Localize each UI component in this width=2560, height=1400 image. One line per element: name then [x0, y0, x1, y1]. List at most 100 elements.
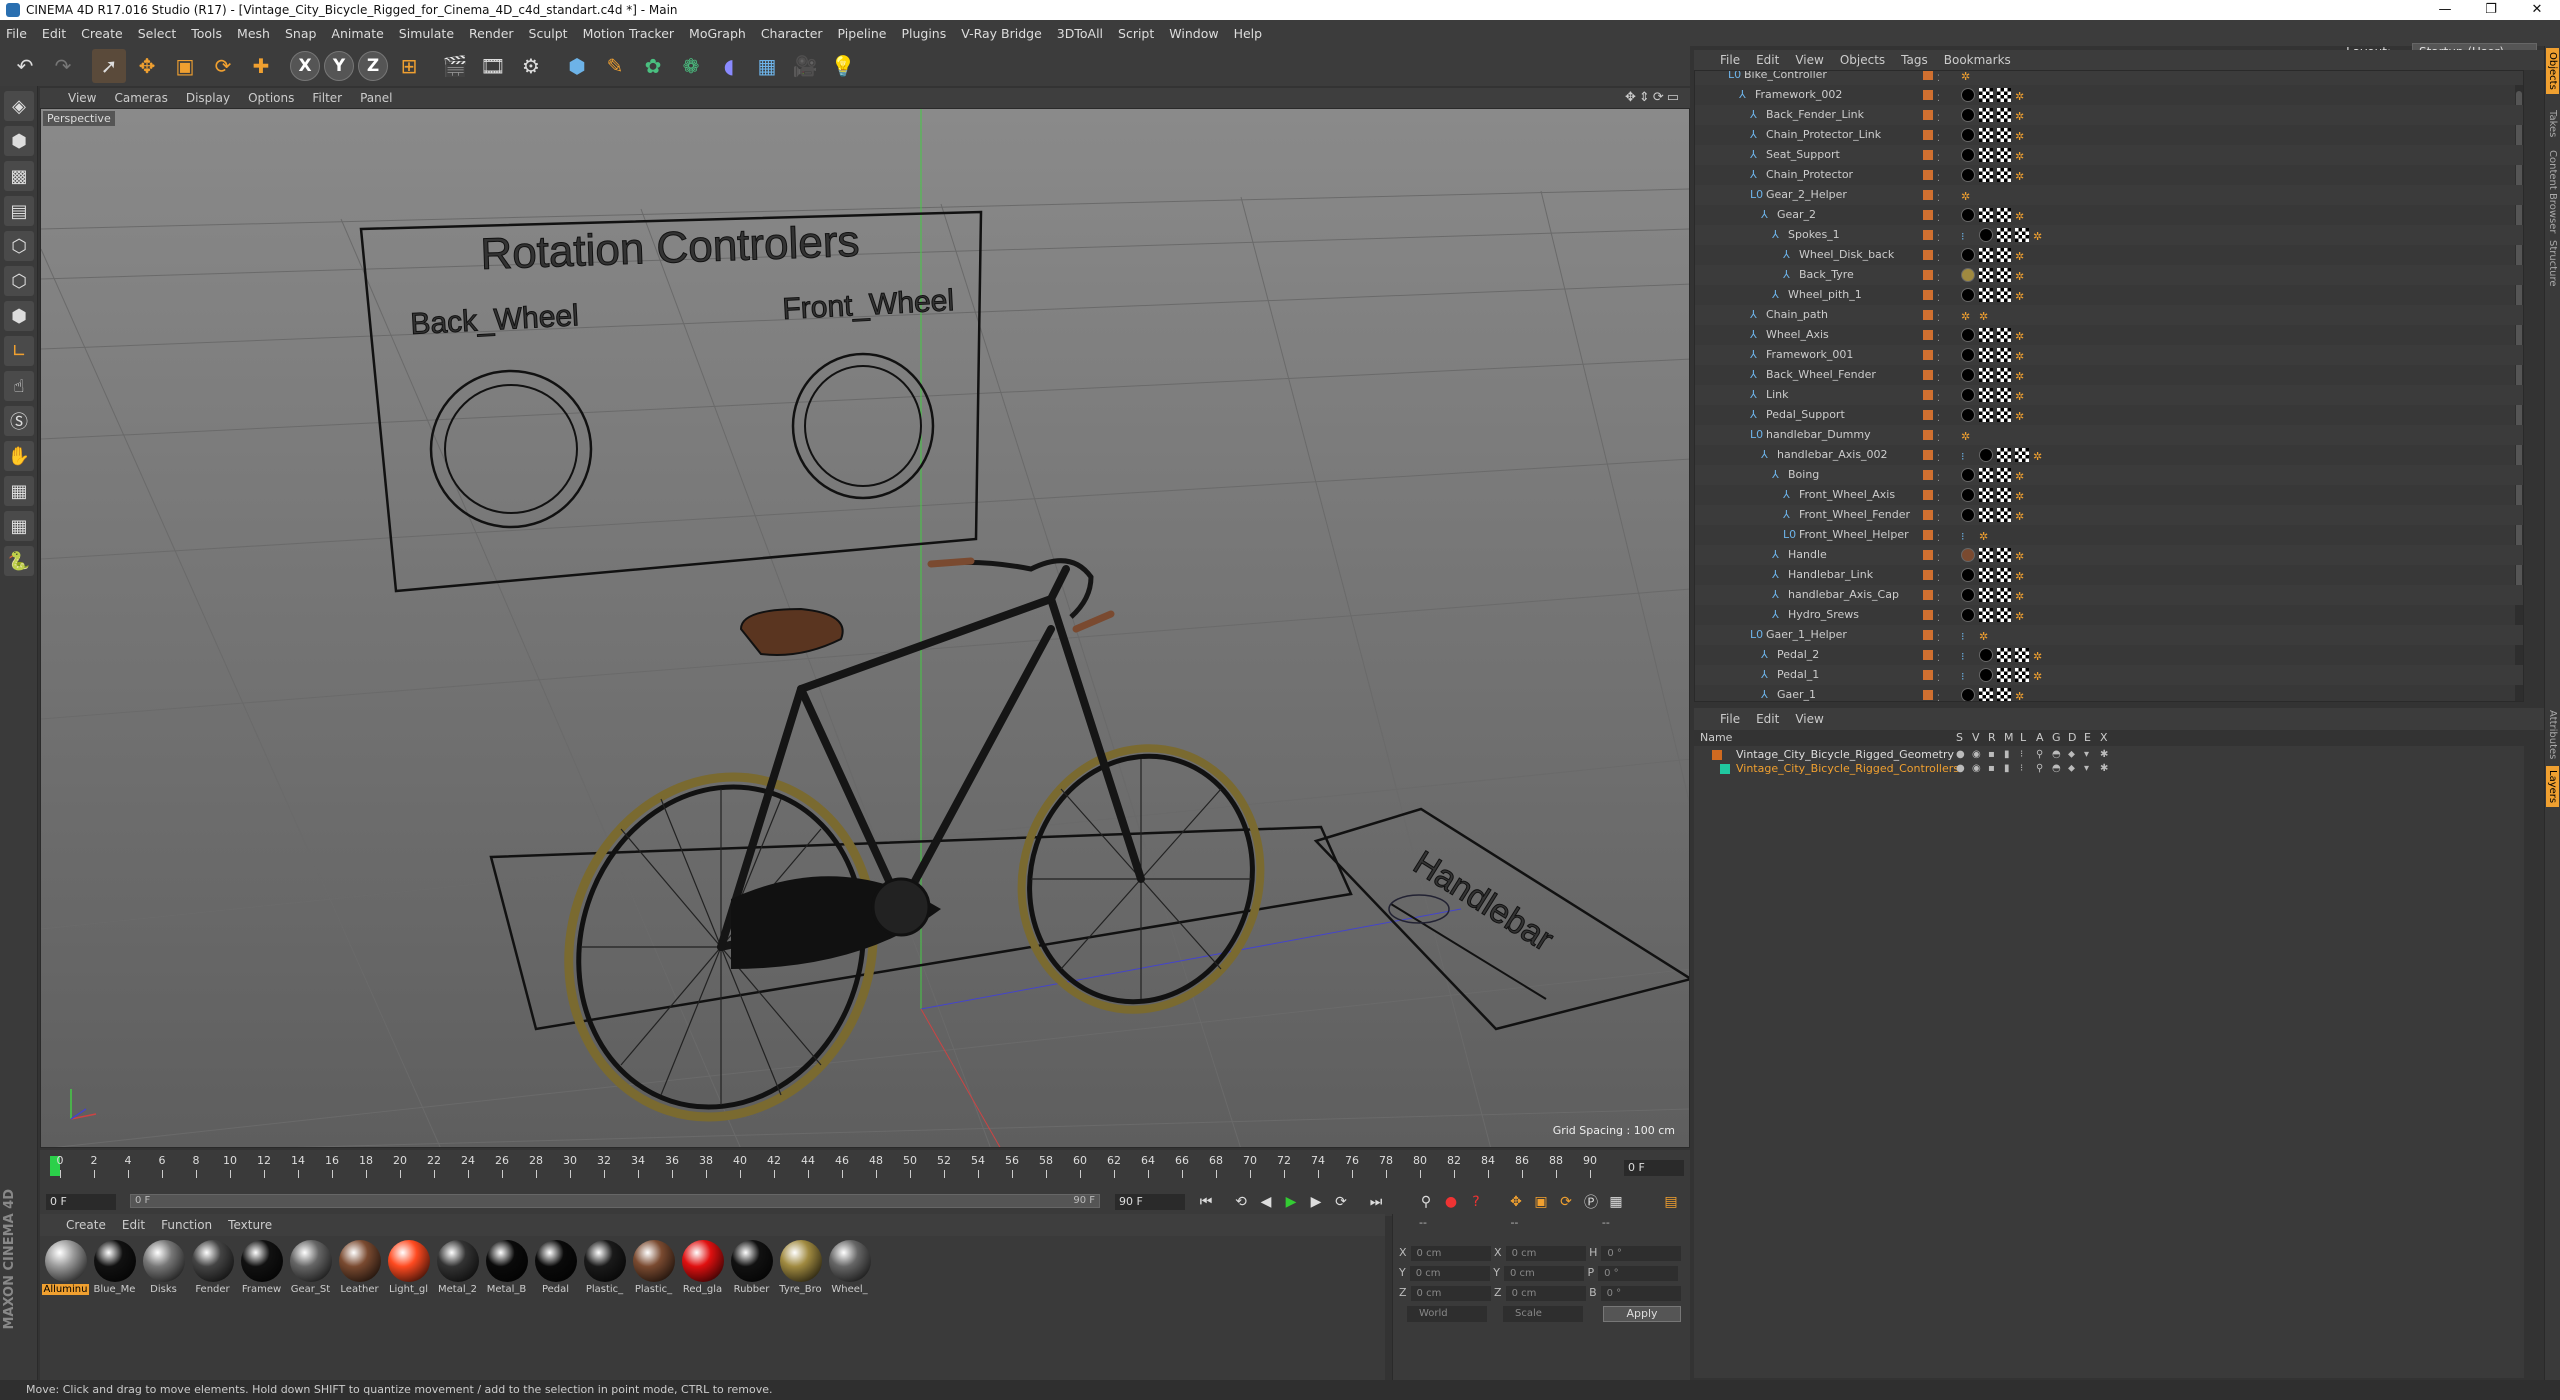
texture-tag-icon[interactable]: [2015, 448, 2029, 462]
x-axis-icon[interactable]: X: [290, 51, 320, 81]
material-swatch[interactable]: Plastic_: [581, 1238, 628, 1378]
protection-tag-icon[interactable]: ✲: [2015, 127, 2024, 147]
layer-row[interactable]: Vintage_City_Bicycle_Rigged_Geometry ● ◉ ▪ ▮…: [1694, 748, 2524, 762]
texture-tag-icon[interactable]: [1997, 668, 2011, 682]
layer-toggle-icon[interactable]: ⬥: [2068, 762, 2075, 776]
texture-tag-icon[interactable]: [1997, 368, 2011, 382]
object-row[interactable]: ⅄ Chain_path ⁚ ✲ ✲: [1695, 305, 2523, 327]
edges-mode-icon[interactable]: ⬡: [4, 266, 34, 296]
object-row[interactable]: ⅄ Chain_Protector_Link ⁚ ✲: [1695, 125, 2523, 147]
end-frame-field[interactable]: 90 F: [1115, 1194, 1185, 1210]
layer-menu-view[interactable]: View: [1795, 712, 1823, 726]
next-frame-icon[interactable]: ▶: [1305, 1192, 1327, 1212]
key-rot-icon[interactable]: ⟳: [1555, 1192, 1577, 1212]
right-tab-objects[interactable]: Objects: [2546, 48, 2559, 94]
layer-toggle-icon[interactable]: ✱: [2100, 762, 2108, 776]
texture-tag-icon[interactable]: [1979, 488, 1993, 502]
pen-icon[interactable]: ✎: [598, 49, 632, 83]
object-row[interactable]: ⅄ Front_Wheel_Fender ⁚ ✲: [1695, 505, 2523, 525]
material-tag-icon[interactable]: [1961, 588, 1975, 602]
texture-tag-icon[interactable]: [1997, 88, 2011, 102]
material-tag-icon[interactable]: [1961, 548, 1975, 562]
object-row[interactable]: L0 Gaer_1_Helper ⁚ ⁝ ✲: [1695, 625, 2523, 647]
right-tab-content-browser[interactable]: Content Browser: [2546, 146, 2559, 237]
prev-key-icon[interactable]: ⟲: [1230, 1192, 1252, 1212]
polygons-mode-icon[interactable]: ⬢: [4, 301, 34, 331]
next-key-icon[interactable]: ⟳: [1330, 1192, 1352, 1212]
material-tag-icon[interactable]: [1961, 248, 1975, 262]
cube-icon[interactable]: ⬢: [560, 49, 594, 83]
object-row[interactable]: ⅄ Wheel_pith_1 ⁚ ✲: [1695, 285, 2523, 305]
render-pv-icon[interactable]: 🎞: [476, 49, 510, 83]
object-row[interactable]: ⅄ Wheel_Disk_back ⁚ ✲: [1695, 245, 2523, 265]
protection-tag-icon[interactable]: ✲: [2033, 647, 2042, 667]
texture-tag-icon[interactable]: [1997, 208, 2011, 222]
timeline[interactable]: 0 2 4 6 8 10 12 14 16 18 20 22 24 26 28 30 32 34 36 38 40 42 4…: [40, 1150, 1690, 1188]
texture-tag-icon[interactable]: [1979, 548, 1993, 562]
layer-menu-file[interactable]: File: [1720, 712, 1740, 726]
protection-tag-icon[interactable]: ✲: [1961, 427, 1970, 447]
python-icon[interactable]: 🐍: [4, 546, 34, 576]
object-row[interactable]: ⅄ Framework_002 ⁚ ✲: [1695, 85, 2523, 105]
object-menu-tags[interactable]: Tags: [1901, 53, 1928, 67]
material-swatch[interactable]: Red_gla: [679, 1238, 726, 1378]
layer-toggle-icon[interactable]: ⚲: [2036, 748, 2043, 762]
material-tag-icon[interactable]: [1961, 268, 1975, 282]
texture-tag-icon[interactable]: [1979, 608, 1993, 622]
layer-menu-edit[interactable]: Edit: [1756, 712, 1779, 726]
protection-tag-icon[interactable]: ✲: [2015, 587, 2024, 607]
menu-tools[interactable]: Tools: [191, 26, 222, 41]
move-icon[interactable]: ✥: [130, 49, 164, 83]
material-swatch[interactable]: Pedal: [532, 1238, 579, 1378]
key-param-icon[interactable]: Ⓟ: [1580, 1192, 1602, 1212]
planar-workplane-icon[interactable]: ▦: [4, 476, 34, 506]
pos-x-field[interactable]: 0 cm: [1410, 1246, 1491, 1261]
material-tag-icon[interactable]: [1961, 148, 1975, 162]
menu-sculpt[interactable]: Sculpt: [529, 26, 568, 41]
material-tag-icon[interactable]: [1979, 228, 1993, 242]
xpresso-tag-icon[interactable]: ✲: [1961, 307, 1970, 327]
rot-h-field[interactable]: 0 °: [1601, 1246, 1682, 1261]
texture-tag-icon[interactable]: [1997, 288, 2011, 302]
texture-tag-icon[interactable]: [1997, 108, 2011, 122]
object-row[interactable]: ⅄ Framework_001 ⁚ ✲: [1695, 345, 2523, 367]
texture-tag-icon[interactable]: [1979, 148, 1993, 162]
material-tag-icon[interactable]: [1961, 608, 1975, 622]
object-row[interactable]: L0 Front_Wheel_Helper ⁚ ⁝ ✲: [1695, 525, 2523, 545]
dots-tag-icon[interactable]: ⁝: [1961, 627, 1965, 647]
start-frame-field[interactable]: 0 F: [46, 1194, 116, 1210]
texture-tag-icon[interactable]: [1997, 548, 2011, 562]
menu-window[interactable]: Window: [1169, 26, 1218, 41]
layer-toggle-icon[interactable]: ▮: [2004, 762, 2010, 776]
menu-select[interactable]: Select: [138, 26, 177, 41]
protection-tag-icon[interactable]: ✲: [2015, 327, 2024, 347]
protection-tag-icon[interactable]: ✲: [2015, 547, 2024, 567]
protection-tag-icon[interactable]: ✲: [2015, 347, 2024, 367]
texture-tag-icon[interactable]: [1997, 648, 2011, 662]
material-tag-icon[interactable]: [1961, 208, 1975, 222]
layer-toggle-icon[interactable]: ⁝: [2020, 748, 2023, 762]
layer-col-a[interactable]: A: [2036, 730, 2044, 746]
material-swatch[interactable]: Light_gl: [385, 1238, 432, 1378]
range-slider[interactable]: 0 F 90 F: [130, 1194, 1100, 1208]
camera-icon[interactable]: 🎥: [788, 49, 822, 83]
layer-toggle-icon[interactable]: ◉: [1972, 762, 1981, 776]
apply-button[interactable]: Apply: [1603, 1306, 1681, 1322]
menu-animate[interactable]: Animate: [331, 26, 383, 41]
scale-dropdown[interactable]: Scale: [1503, 1306, 1583, 1322]
texture-tag-icon[interactable]: [1997, 388, 2011, 402]
texture-tag-icon[interactable]: [1997, 228, 2011, 242]
timeline-ruler[interactable]: 0 2 4 6 8 10 12 14 16 18 20 22 24 26 28 30 32 34 36 38 40 42 4…: [50, 1154, 1610, 1182]
object-row[interactable]: ⅄ Gear_2 ⁚ ✲: [1695, 205, 2523, 227]
layer-color-swatch[interactable]: [1712, 750, 1722, 760]
timeline-window-icon[interactable]: ▤: [1660, 1192, 1682, 1212]
protection-tag-icon[interactable]: ✲: [2015, 567, 2024, 587]
coord-system-icon[interactable]: ⊞: [392, 49, 426, 83]
menu-motion-tracker[interactable]: Motion Tracker: [583, 26, 674, 41]
rot-b-field[interactable]: 0 °: [1600, 1286, 1681, 1301]
protection-tag-icon[interactable]: ✲: [2015, 207, 2024, 227]
menu-script[interactable]: Script: [1118, 26, 1154, 41]
material-tag-icon[interactable]: [1961, 88, 1975, 102]
material-menu-function[interactable]: Function: [161, 1218, 212, 1232]
key-pla-icon[interactable]: ▦: [1605, 1192, 1627, 1212]
